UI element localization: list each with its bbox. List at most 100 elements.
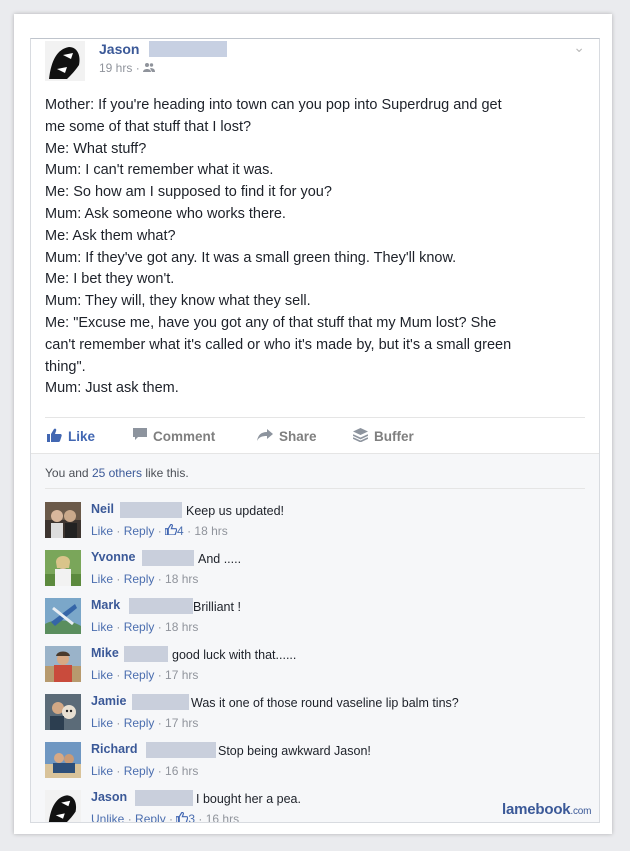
commenter-name[interactable]: Mike (91, 646, 119, 660)
commenter-name[interactable]: Jamie (91, 694, 126, 708)
post-actions: Like Comment Share Buffer (45, 425, 585, 447)
comment-reply-link[interactable]: Reply (135, 812, 166, 822)
post-line: can't remember what it's called or who i… (45, 336, 512, 353)
watermark-main: lamebook (502, 801, 571, 818)
comment-like-link[interactable]: Like (91, 716, 113, 730)
comment-unlike-link[interactable]: Unlike (91, 812, 124, 822)
post-line: Mum: I can't remember what it was. (45, 162, 274, 179)
comment-button[interactable]: Comment (133, 428, 215, 444)
post-time[interactable]: 19 hrs (99, 61, 132, 75)
dot-separator: · (135, 61, 144, 75)
comment-like-link[interactable]: Like (91, 524, 113, 538)
comment-item: Neil Keep us updated! Like · Reply · 4 ·… (45, 498, 585, 542)
post-line: Me: Ask them what? (45, 227, 176, 244)
like-label: Like (68, 429, 96, 444)
comment-item: Yvonne And ..... Like · Reply · 18 hrs (45, 546, 585, 590)
comment-text: Keep us updated! (186, 504, 284, 518)
post-line: Mum: If they've got any. It was a small … (45, 249, 457, 266)
like-button[interactable]: Like (47, 428, 95, 445)
commenter-name[interactable]: Yvonne (91, 550, 135, 564)
commenter-avatar[interactable] (45, 790, 81, 822)
comment-label: Comment (153, 428, 216, 444)
blurred-surname (142, 550, 194, 566)
comment-text: I bought her a pea. (196, 792, 301, 806)
comment-text: Was it one of those round vaseline lip b… (191, 696, 459, 710)
likes-prefix: You and (45, 466, 92, 480)
comment-like-link[interactable]: Like (91, 764, 113, 778)
buffer-label: Buffer (374, 429, 414, 444)
comment-like-count[interactable]: 4 (177, 524, 184, 538)
comment-item: Jamie Was it one of those round vaseline… (45, 690, 585, 734)
comment-like-count[interactable]: 3 (188, 812, 195, 822)
comment-time[interactable]: 16 hrs (165, 764, 198, 778)
likes-link[interactable]: 25 others (92, 466, 142, 480)
post-line: Mum: They will, they know what they sell… (45, 293, 311, 310)
comment-time[interactable]: 17 hrs (165, 716, 198, 730)
comments-section: You and 25 others like this. Neil Keep u… (31, 453, 599, 822)
blurred-surname (129, 598, 193, 614)
comment-reply-link[interactable]: Reply (124, 764, 155, 778)
post-author-name[interactable]: Jason (99, 41, 139, 57)
commenter-avatar[interactable] (45, 742, 81, 778)
commenter-avatar[interactable] (45, 694, 81, 730)
thumbs-up-icon (175, 811, 189, 822)
divider (45, 488, 585, 489)
blurred-surname (132, 694, 189, 710)
comment-meta: Like · Reply · 16 hrs (91, 764, 199, 778)
commenter-avatar[interactable] (45, 646, 81, 682)
blurred-surname (149, 41, 227, 57)
commenter-avatar[interactable] (45, 550, 81, 586)
comment-time[interactable]: 18 hrs (165, 572, 198, 586)
comment-reply-link[interactable]: Reply (124, 524, 155, 538)
post-line: thing". (45, 358, 86, 375)
blurred-surname (135, 790, 193, 806)
share-label: Share (279, 428, 317, 444)
comment-reply-link[interactable]: Reply (124, 716, 155, 730)
comment-meta: Like · Reply · 18 hrs (91, 620, 199, 634)
facebook-post-card: Jason 19 hrs · ⌄ Mother: If you're headi… (30, 38, 600, 823)
commenter-name[interactable]: Richard (91, 742, 138, 756)
post-line: Mother: If you're heading into town can … (45, 97, 502, 113)
commenter-name[interactable]: Jason (91, 790, 127, 804)
comment-meta: Unlike · Reply · 3 · 16 hrs (91, 811, 239, 822)
comment-text: And ..... (198, 552, 242, 566)
commenter-avatar[interactable] (45, 502, 81, 538)
comment-time[interactable]: 18 hrs (165, 620, 198, 634)
comment-meta: Like · Reply · 4 · 18 hrs (91, 523, 228, 538)
comment-time[interactable]: 18 hrs (194, 524, 227, 538)
comment-time[interactable]: 17 hrs (165, 668, 198, 682)
post-meta: 19 hrs · (99, 61, 156, 75)
comment-reply-link[interactable]: Reply (124, 572, 155, 586)
post-line: Me: I bet they won't. (45, 271, 175, 288)
comment-meta: Like · Reply · 17 hrs (91, 668, 199, 682)
likes-suffix: like this. (142, 466, 189, 480)
commenter-name[interactable]: Neil (91, 502, 114, 516)
buffer-button[interactable]: Buffer (352, 428, 414, 445)
comment-item: Mark Brilliant ! Like · Reply · 18 hrs (45, 594, 585, 638)
comment-text: Brilliant ! (193, 600, 241, 614)
commenter-avatar[interactable] (45, 598, 81, 634)
divider (45, 417, 585, 418)
comment-like-link[interactable]: Like (91, 572, 113, 586)
buffer-stack-icon (352, 428, 369, 445)
comment-time[interactable]: 16 hrs (206, 812, 239, 822)
blurred-surname (120, 502, 182, 518)
post-line: Me: What stuff? (45, 140, 147, 157)
watermark-suffix: .com (570, 806, 592, 817)
comment-like-link[interactable]: Like (91, 668, 113, 682)
post-header: Jason 19 hrs · ⌄ (45, 39, 585, 83)
post-line: Mum: Ask someone who works there. (45, 205, 286, 222)
comment-reply-link[interactable]: Reply (124, 620, 155, 634)
author-avatar[interactable] (45, 41, 85, 81)
comment-like-link[interactable]: Like (91, 620, 113, 634)
comment-reply-link[interactable]: Reply (124, 668, 155, 682)
friends-icon[interactable] (143, 61, 156, 75)
comment-item: Mike good luck with that...... Like · Re… (45, 642, 585, 686)
chevron-down-icon[interactable]: ⌄ (573, 39, 585, 56)
post-line: Me: "Excuse me, have you got any of that… (45, 314, 497, 331)
comment-meta: Like · Reply · 17 hrs (91, 716, 199, 730)
blurred-surname (146, 742, 216, 758)
blurred-surname (124, 646, 168, 662)
share-button[interactable]: Share (257, 428, 317, 444)
commenter-name[interactable]: Mark (91, 598, 120, 612)
